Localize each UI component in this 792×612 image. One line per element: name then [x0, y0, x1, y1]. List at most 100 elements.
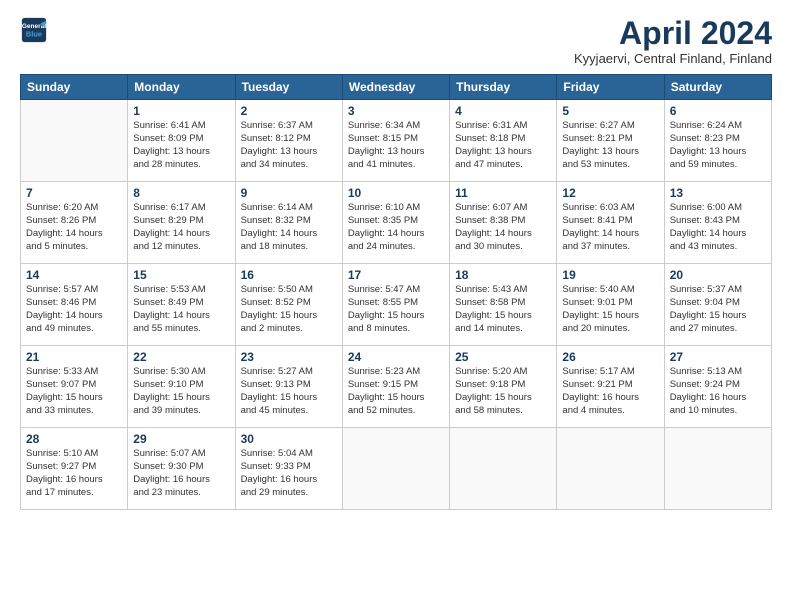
day-number: 21: [26, 350, 122, 364]
week-row-2: 7 Sunrise: 6:20 AM Sunset: 8:26 PM Daylig…: [21, 182, 772, 264]
day-info: Sunrise: 5:47 AM Sunset: 8:55 PM Dayligh…: [348, 284, 444, 335]
day-info: Sunrise: 6:20 AM Sunset: 8:26 PM Dayligh…: [26, 202, 122, 253]
day-number: 25: [455, 350, 551, 364]
day-number: 2: [241, 104, 337, 118]
table-row: 2Sunrise: 6:37 AM Sunset: 8:12 PM Daylig…: [235, 100, 342, 182]
col-saturday: Saturday: [664, 75, 771, 100]
week-row-1: 1Sunrise: 6:41 AM Sunset: 8:09 PM Daylig…: [21, 100, 772, 182]
day-number: 13: [670, 186, 766, 200]
col-wednesday: Wednesday: [342, 75, 449, 100]
day-info: Sunrise: 5:13 AM Sunset: 9:24 PM Dayligh…: [670, 366, 766, 417]
day-number: 7: [26, 186, 122, 200]
table-row: 3 Sunrise: 6:34 AM Sunset: 8:15 PM Daylig…: [342, 100, 449, 182]
table-row: 22Sunrise: 5:30 AM Sunset: 9:10 PM Dayli…: [128, 346, 235, 428]
table-row: 9 Sunrise: 6:14 AM Sunset: 8:32 PM Daylig…: [235, 182, 342, 264]
day-number: 29: [133, 432, 229, 446]
table-row: 17 Sunrise: 5:47 AM Sunset: 8:55 PM Dayli…: [342, 264, 449, 346]
table-row: [557, 428, 664, 510]
day-number: 27: [670, 350, 766, 364]
day-number: 15: [133, 268, 229, 282]
col-thursday: Thursday: [450, 75, 557, 100]
day-number: 4: [455, 104, 551, 118]
location: Kyyjaervi, Central Finland, Finland: [574, 51, 772, 66]
table-row: 13 Sunrise: 6:00 AM Sunset: 8:43 PM Dayli…: [664, 182, 771, 264]
day-number: 9: [241, 186, 337, 200]
header-row: Sunday Monday Tuesday Wednesday Thursday…: [21, 75, 772, 100]
day-info: Sunrise: 5:17 AM Sunset: 9:21 PM Dayligh…: [562, 366, 658, 417]
table-row: 27 Sunrise: 5:13 AM Sunset: 9:24 PM Dayli…: [664, 346, 771, 428]
table-row: 30 Sunrise: 5:04 AM Sunset: 9:33 PM Dayli…: [235, 428, 342, 510]
day-info: Sunrise: 6:24 AM Sunset: 8:23 PM Dayligh…: [670, 120, 766, 171]
week-row-3: 14Sunrise: 5:57 AM Sunset: 8:46 PM Dayli…: [21, 264, 772, 346]
table-row: 8Sunrise: 6:17 AM Sunset: 8:29 PM Daylig…: [128, 182, 235, 264]
col-tuesday: Tuesday: [235, 75, 342, 100]
day-number: 5: [562, 104, 658, 118]
table-row: 15 Sunrise: 5:53 AM Sunset: 8:49 PM Dayli…: [128, 264, 235, 346]
table-row: 20 Sunrise: 5:37 AM Sunset: 9:04 PM Dayli…: [664, 264, 771, 346]
table-row: 4 Sunrise: 6:31 AM Sunset: 8:18 PM Daylig…: [450, 100, 557, 182]
day-info: Sunrise: 6:07 AM Sunset: 8:38 PM Dayligh…: [455, 202, 551, 253]
table-row: 7 Sunrise: 6:20 AM Sunset: 8:26 PM Daylig…: [21, 182, 128, 264]
table-row: 28 Sunrise: 5:10 AM Sunset: 9:27 PM Dayli…: [21, 428, 128, 510]
day-info: Sunrise: 5:43 AM Sunset: 8:58 PM Dayligh…: [455, 284, 551, 335]
table-row: 10Sunrise: 6:10 AM Sunset: 8:35 PM Dayli…: [342, 182, 449, 264]
day-number: 18: [455, 268, 551, 282]
day-info: Sunrise: 5:57 AM Sunset: 8:46 PM Dayligh…: [26, 284, 122, 335]
week-row-5: 28 Sunrise: 5:10 AM Sunset: 9:27 PM Dayli…: [21, 428, 772, 510]
day-info: Sunrise: 6:14 AM Sunset: 8:32 PM Dayligh…: [241, 202, 337, 253]
day-info: Sunrise: 5:53 AM Sunset: 8:49 PM Dayligh…: [133, 284, 229, 335]
day-number: 28: [26, 432, 122, 446]
table-row: 24Sunrise: 5:23 AM Sunset: 9:15 PM Dayli…: [342, 346, 449, 428]
day-number: 17: [348, 268, 444, 282]
day-info: Sunrise: 5:04 AM Sunset: 9:33 PM Dayligh…: [241, 448, 337, 499]
day-info: Sunrise: 6:03 AM Sunset: 8:41 PM Dayligh…: [562, 202, 658, 253]
day-number: 11: [455, 186, 551, 200]
table-row: [342, 428, 449, 510]
day-number: 6: [670, 104, 766, 118]
day-info: Sunrise: 5:50 AM Sunset: 8:52 PM Dayligh…: [241, 284, 337, 335]
month-title: April 2024: [574, 16, 772, 51]
day-info: Sunrise: 6:00 AM Sunset: 8:43 PM Dayligh…: [670, 202, 766, 253]
col-friday: Friday: [557, 75, 664, 100]
day-info: Sunrise: 6:27 AM Sunset: 8:21 PM Dayligh…: [562, 120, 658, 171]
table-row: 14Sunrise: 5:57 AM Sunset: 8:46 PM Dayli…: [21, 264, 128, 346]
table-row: 6 Sunrise: 6:24 AM Sunset: 8:23 PM Daylig…: [664, 100, 771, 182]
day-number: 19: [562, 268, 658, 282]
title-area: April 2024 Kyyjaervi, Central Finland, F…: [574, 16, 772, 66]
table-row: 29 Sunrise: 5:07 AM Sunset: 9:30 PM Dayli…: [128, 428, 235, 510]
table-row: [664, 428, 771, 510]
day-number: 16: [241, 268, 337, 282]
day-info: Sunrise: 5:37 AM Sunset: 9:04 PM Dayligh…: [670, 284, 766, 335]
day-number: 1: [133, 104, 229, 118]
day-number: 3: [348, 104, 444, 118]
day-info: Sunrise: 6:34 AM Sunset: 8:15 PM Dayligh…: [348, 120, 444, 171]
day-info: Sunrise: 5:07 AM Sunset: 9:30 PM Dayligh…: [133, 448, 229, 499]
logo: General Blue: [20, 16, 50, 44]
day-info: Sunrise: 5:33 AM Sunset: 9:07 PM Dayligh…: [26, 366, 122, 417]
logo-icon: General Blue: [20, 16, 48, 44]
table-row: 25 Sunrise: 5:20 AM Sunset: 9:18 PM Dayli…: [450, 346, 557, 428]
calendar-table: Sunday Monday Tuesday Wednesday Thursday…: [20, 74, 772, 510]
day-number: 20: [670, 268, 766, 282]
header: General Blue April 2024 Kyyjaervi, Centr…: [20, 16, 772, 66]
page: General Blue April 2024 Kyyjaervi, Centr…: [0, 0, 792, 612]
table-row: 12Sunrise: 6:03 AM Sunset: 8:41 PM Dayli…: [557, 182, 664, 264]
day-number: 22: [133, 350, 229, 364]
table-row: 1Sunrise: 6:41 AM Sunset: 8:09 PM Daylig…: [128, 100, 235, 182]
svg-text:Blue: Blue: [26, 30, 42, 39]
day-info: Sunrise: 6:31 AM Sunset: 8:18 PM Dayligh…: [455, 120, 551, 171]
day-number: 26: [562, 350, 658, 364]
day-info: Sunrise: 5:10 AM Sunset: 9:27 PM Dayligh…: [26, 448, 122, 499]
table-row: 19Sunrise: 5:40 AM Sunset: 9:01 PM Dayli…: [557, 264, 664, 346]
table-row: 26 Sunrise: 5:17 AM Sunset: 9:21 PM Dayli…: [557, 346, 664, 428]
table-row: 21 Sunrise: 5:33 AM Sunset: 9:07 PM Dayli…: [21, 346, 128, 428]
col-sunday: Sunday: [21, 75, 128, 100]
week-row-4: 21 Sunrise: 5:33 AM Sunset: 9:07 PM Dayli…: [21, 346, 772, 428]
day-number: 30: [241, 432, 337, 446]
table-row: 18 Sunrise: 5:43 AM Sunset: 8:58 PM Dayli…: [450, 264, 557, 346]
table-row: [21, 100, 128, 182]
day-info: Sunrise: 5:27 AM Sunset: 9:13 PM Dayligh…: [241, 366, 337, 417]
day-info: Sunrise: 5:20 AM Sunset: 9:18 PM Dayligh…: [455, 366, 551, 417]
day-number: 8: [133, 186, 229, 200]
day-info: Sunrise: 6:10 AM Sunset: 8:35 PM Dayligh…: [348, 202, 444, 253]
